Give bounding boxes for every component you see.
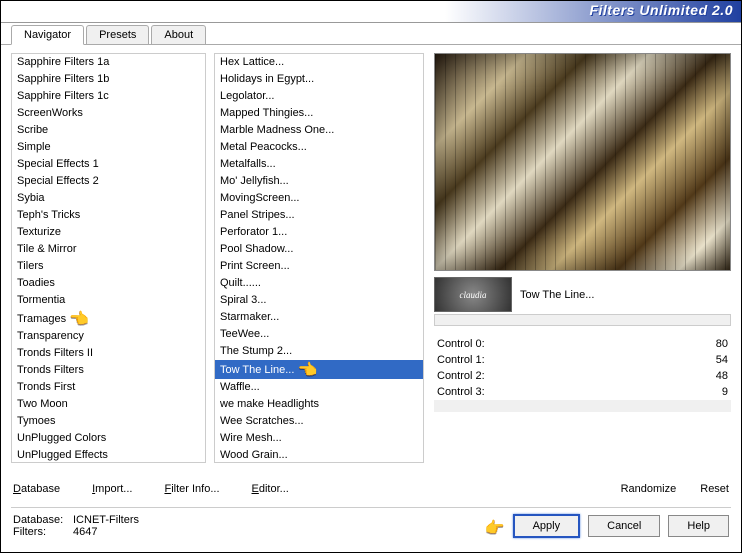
list-item[interactable]: Wire Mesh... (215, 430, 423, 447)
list-item[interactable]: Simple (12, 139, 205, 156)
list-item[interactable]: Tramages 👈 (12, 309, 205, 328)
editor-link[interactable]: Editor... (250, 479, 291, 499)
list-item[interactable]: Sapphire Filters 1c (12, 88, 205, 105)
list-item[interactable]: Print Screen... (215, 258, 423, 275)
control-row: Control 1: 54 (434, 352, 731, 368)
list-item[interactable]: Metalfalls... (215, 156, 423, 173)
reset-link[interactable]: Reset (698, 479, 731, 499)
list-item[interactable]: Transparency (12, 328, 205, 345)
list-item[interactable]: Tymoes (12, 413, 205, 430)
list-item[interactable]: Waffle... (215, 379, 423, 396)
cancel-button[interactable]: Cancel (588, 515, 660, 537)
list-item[interactable]: Sapphire Filters 1b (12, 71, 205, 88)
status-info: Database:ICNET-Filters Filters:4647 (13, 514, 139, 538)
control-label: Control 1: (437, 354, 485, 366)
list-item[interactable]: Legolator... (215, 88, 423, 105)
control-label: Control 3: (437, 386, 485, 398)
list-item[interactable]: UnPlugged Effects (12, 447, 205, 463)
control-value: 48 (716, 370, 728, 382)
controls-panel: Control 0:80Control 1:54Control 2:48Cont… (434, 336, 731, 400)
list-item[interactable]: Tile & Mirror (12, 241, 205, 258)
tab-presets[interactable]: Presets (86, 25, 149, 44)
list-item[interactable]: Mapped Thingies... (215, 105, 423, 122)
control-value: 9 (722, 386, 728, 398)
list-item[interactable]: Sybia (12, 190, 205, 207)
list-item[interactable]: Tronds First (12, 379, 205, 396)
apply-button[interactable]: Apply (513, 514, 581, 538)
list-item[interactable]: Toadies (12, 275, 205, 292)
list-item[interactable]: Holidays in Egypt... (215, 71, 423, 88)
list-item[interactable]: Spiral 3... (215, 292, 423, 309)
list-item[interactable]: Mo' Jellyfish... (215, 173, 423, 190)
list-item[interactable]: we make Headlights (215, 396, 423, 413)
list-item[interactable]: Special Effects 2 (12, 173, 205, 190)
category-list[interactable]: Sapphire Filters 1aSapphire Filters 1bSa… (11, 53, 206, 463)
list-item[interactable]: Teph's Tricks (12, 207, 205, 224)
list-item[interactable]: Two Moon (12, 396, 205, 413)
control-row: Control 2: 48 (434, 368, 731, 384)
database-link[interactable]: Database (11, 479, 62, 499)
selected-filter-name: Tow The Line... (520, 289, 731, 301)
import-link[interactable]: Import... (90, 479, 134, 499)
list-item[interactable]: Hex Lattice... (215, 54, 423, 71)
author-logo: claudia (434, 277, 512, 312)
pointing-hand-icon: 👈 (69, 312, 89, 327)
control-value: 80 (716, 338, 728, 350)
pointing-hand-icon: 👈 (297, 363, 317, 378)
list-item[interactable]: Tronds Filters II (12, 345, 205, 362)
list-item[interactable]: Starmaker... (215, 309, 423, 326)
list-item[interactable]: Wood Grain... (215, 447, 423, 463)
list-item[interactable]: The Stump 2... (215, 343, 423, 360)
control-label: Control 2: (437, 370, 485, 382)
randomize-link[interactable]: Randomize (619, 479, 679, 499)
list-item[interactable]: Special Effects 1 (12, 156, 205, 173)
list-item[interactable]: UnPlugged Colors (12, 430, 205, 447)
list-item[interactable]: Panel Stripes... (215, 207, 423, 224)
filter-list[interactable]: Hex Lattice...Holidays in Egypt...Legola… (214, 53, 424, 463)
tab-navigator[interactable]: Navigator (11, 25, 84, 45)
control-row: Control 0: 80 (434, 336, 731, 352)
tab-about[interactable]: About (151, 25, 206, 44)
progress-bar (434, 314, 731, 326)
slider-area[interactable] (434, 400, 731, 412)
list-item[interactable]: Wee Scratches... (215, 413, 423, 430)
preview-image (434, 53, 731, 271)
list-item[interactable]: Marble Madness One... (215, 122, 423, 139)
help-button[interactable]: Help (668, 515, 729, 537)
list-item[interactable]: Scribe (12, 122, 205, 139)
list-item[interactable]: Metal Peacocks... (215, 139, 423, 156)
app-title: Filters Unlimited 2.0 (589, 2, 733, 18)
list-item[interactable]: Tronds Filters (12, 362, 205, 379)
list-item[interactable]: Perforator 1... (215, 224, 423, 241)
tabs: Navigator Presets About (1, 25, 741, 45)
list-item[interactable]: Pool Shadow... (215, 241, 423, 258)
titlebar: Filters Unlimited 2.0 (1, 1, 741, 23)
pointing-hand-icon: 👉 (485, 518, 505, 538)
control-value: 54 (716, 354, 728, 366)
filter-info-link[interactable]: Filter Info... (162, 479, 221, 499)
list-item[interactable]: Texturize (12, 224, 205, 241)
list-item[interactable]: MovingScreen... (215, 190, 423, 207)
control-row: Control 3: 9 (434, 384, 731, 400)
list-item[interactable]: Tow The Line... 👈 (215, 360, 423, 379)
list-item[interactable]: Tilers (12, 258, 205, 275)
list-item[interactable]: TeeWee... (215, 326, 423, 343)
list-item[interactable]: ScreenWorks (12, 105, 205, 122)
list-item[interactable]: Tormentia (12, 292, 205, 309)
list-item[interactable]: Sapphire Filters 1a (12, 54, 205, 71)
list-item[interactable]: Quilt...... (215, 275, 423, 292)
control-label: Control 0: (437, 338, 485, 350)
